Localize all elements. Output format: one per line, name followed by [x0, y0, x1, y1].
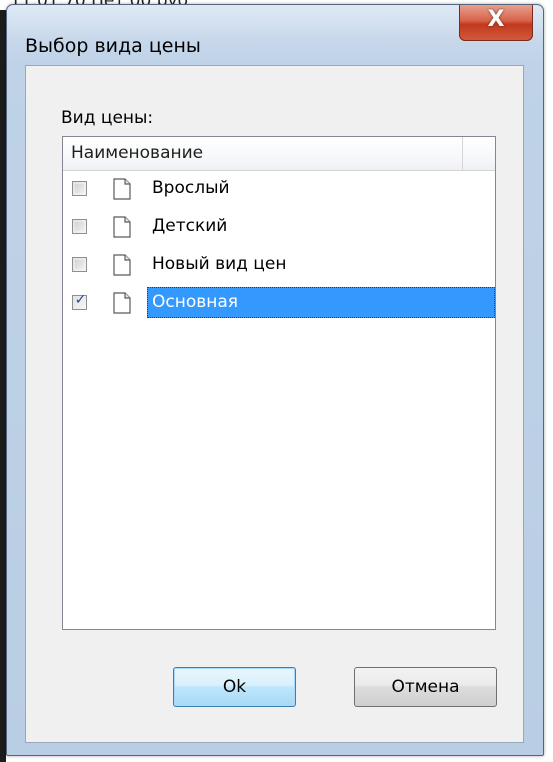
price-type-list[interactable]: Наименование Врослый Детский Новый вид ц…: [62, 136, 496, 630]
list-item-label: Основная: [152, 292, 239, 312]
dialog-window: Выбор вида цены X Вид цены: Наименование…: [6, 4, 544, 756]
list-item[interactable]: Новый вид цен: [63, 248, 495, 282]
item-checkbox-checked[interactable]: ✓: [72, 292, 87, 310]
list-item-label: Детский: [152, 216, 228, 236]
list-item-label: Врослый: [152, 178, 230, 198]
checkmark-icon: ✓: [74, 292, 87, 308]
item-checkbox[interactable]: [72, 219, 87, 234]
column-header-name[interactable]: Наименование: [71, 143, 203, 163]
document-icon: [113, 254, 131, 276]
close-icon: X: [487, 7, 505, 32]
price-type-label: Вид цены:: [61, 108, 154, 128]
list-item-selected[interactable]: ✓ Основная: [63, 286, 495, 320]
close-button[interactable]: X: [459, 5, 533, 41]
dialog-title: Выбор вида цены: [25, 35, 201, 57]
document-icon: [113, 292, 131, 314]
list-header: Наименование: [63, 137, 495, 171]
document-icon: [113, 178, 131, 200]
ok-button[interactable]: Ok: [173, 667, 296, 707]
item-checkbox[interactable]: [72, 257, 87, 272]
item-checkbox[interactable]: [72, 181, 87, 196]
list-item-label: Новый вид цен: [152, 254, 287, 274]
cancel-button[interactable]: Отмена: [354, 667, 497, 707]
list-item[interactable]: Врослый: [63, 172, 495, 206]
column-divider[interactable]: [462, 137, 463, 170]
list-item[interactable]: Детский: [63, 210, 495, 244]
document-icon: [113, 216, 131, 238]
dialog-client-area: Вид цены: Наименование Врослый Детский Н…: [25, 65, 524, 743]
